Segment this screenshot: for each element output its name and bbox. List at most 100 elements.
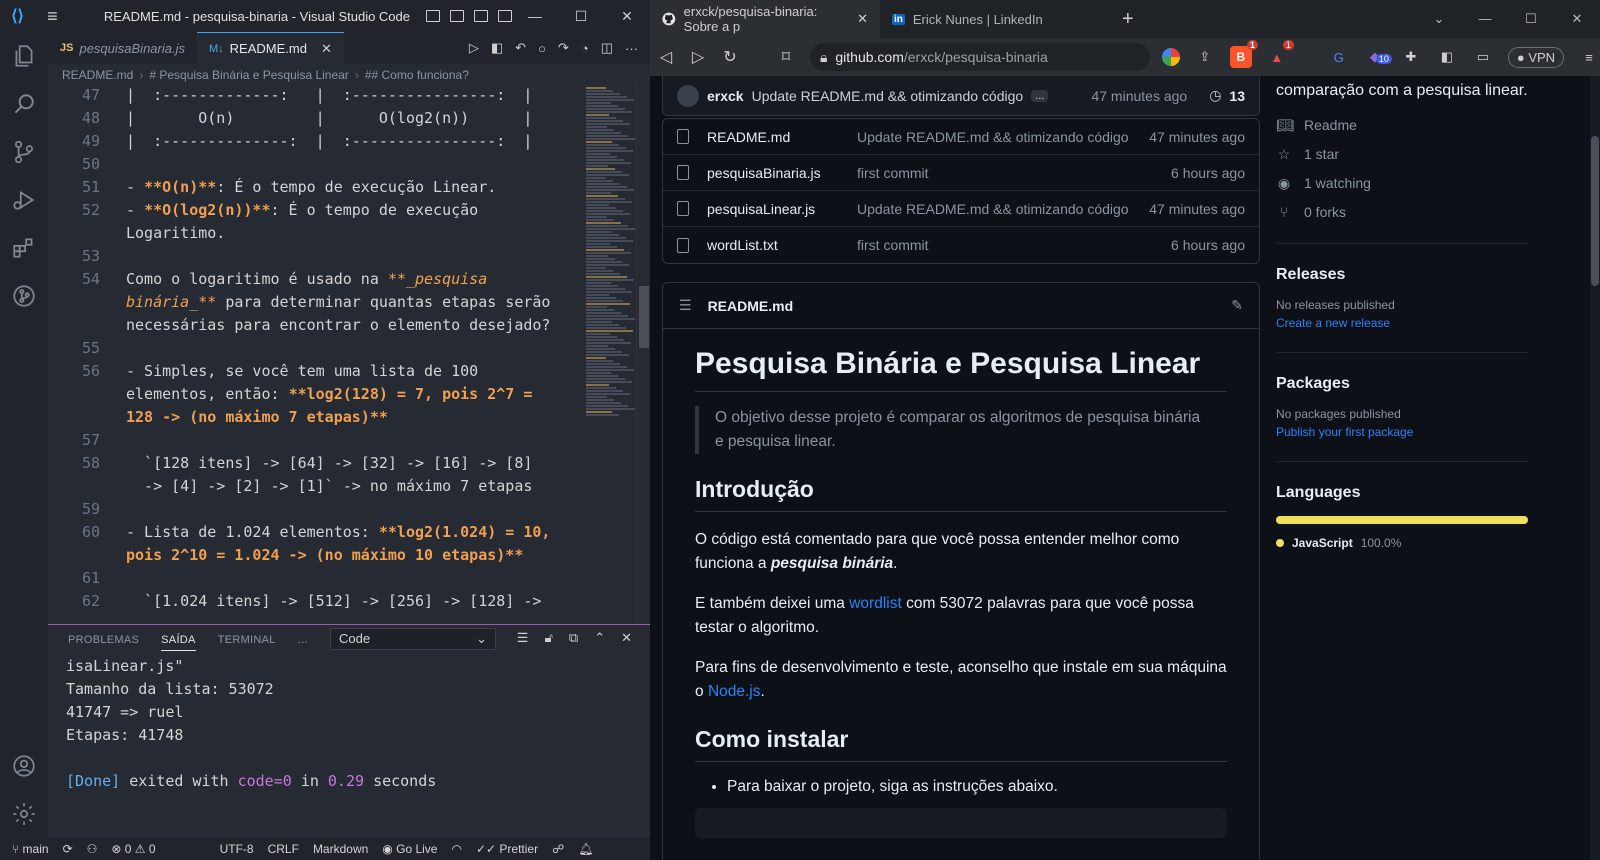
more-actions-icon[interactable]: ···: [625, 41, 638, 56]
nodejs-link[interactable]: Node.js: [708, 683, 761, 700]
filter-lines-icon[interactable]: ☰: [517, 630, 529, 646]
tab-terminal[interactable]: TERMINAL: [218, 634, 276, 646]
file-name[interactable]: pesquisaLinear.js: [707, 201, 857, 217]
stars-link[interactable]: ☆ 1 star: [1276, 145, 1528, 163]
reload-icon[interactable]: ↻: [714, 47, 746, 67]
readme-link[interactable]: 📖︎ Readme: [1276, 116, 1528, 134]
file-name[interactable]: README.md: [707, 129, 857, 145]
file-commit-message[interactable]: first commit: [857, 165, 1171, 181]
tab-search-icon[interactable]: ⌄: [1416, 11, 1462, 27]
go-back-icon[interactable]: ↶: [515, 40, 526, 56]
close-tab-icon[interactable]: ✕: [857, 11, 868, 27]
tab-pesquisabinaria-js[interactable]: JS pesquisaBinaria.js: [48, 32, 197, 64]
minimap[interactable]: [586, 86, 636, 446]
file-commit-message[interactable]: Update README.md && otimizando código: [857, 129, 1149, 145]
file-row[interactable]: README.md Update README.md && otimizando …: [663, 119, 1259, 155]
scrollbar-thumb[interactable]: [639, 286, 649, 348]
run-debug-icon[interactable]: [0, 176, 48, 224]
file-name[interactable]: pesquisaBinaria.js: [707, 165, 857, 181]
source-control-icon[interactable]: [0, 128, 48, 176]
commit-author[interactable]: erxck: [707, 88, 744, 104]
tab-problems[interactable]: PROBLEMAS: [68, 634, 139, 646]
close-panel-icon[interactable]: ✕: [621, 630, 632, 646]
lock-icon[interactable]: 🔓︎: [544, 630, 552, 646]
vpn-button[interactable]: ● VPN: [1507, 46, 1565, 68]
file-commit-message[interactable]: first commit: [857, 237, 1171, 253]
scrollbar-thumb[interactable]: [1591, 136, 1599, 286]
history-icon[interactable]: ◷: [1209, 87, 1221, 104]
file-row[interactable]: pesquisaBinaria.js first commit 6 hours ag…: [663, 155, 1259, 191]
close-tab-icon[interactable]: ✕: [321, 41, 332, 57]
encoding-status[interactable]: UTF-8: [220, 842, 254, 856]
open-preview-icon[interactable]: ◧: [491, 40, 503, 56]
translate-icon[interactable]: G: [1328, 46, 1350, 68]
circle-icon[interactable]: ○: [538, 41, 546, 56]
minimize-icon[interactable]: —: [1462, 11, 1508, 27]
minimize-icon[interactable]: —: [512, 8, 558, 25]
file-row[interactable]: pesquisaLinear.js Update README.md && oti…: [663, 191, 1259, 227]
avatar[interactable]: [677, 84, 699, 107]
back-icon[interactable]: ◁: [650, 47, 682, 67]
feedback-icon[interactable]: ☍: [552, 842, 564, 856]
customize-layout-icon[interactable]: [498, 10, 512, 22]
commit-count[interactable]: 13: [1229, 88, 1245, 104]
browser-menu-icon[interactable]: ≡: [1578, 46, 1600, 68]
search-icon[interactable]: [0, 80, 48, 128]
menu-icon[interactable]: ≡: [35, 6, 70, 27]
file-row[interactable]: wordList.txt first commit 6 hours ago: [663, 227, 1259, 263]
browser-tab-linkedin[interactable]: in Erick Nunes | LinkedIn: [880, 0, 1110, 38]
new-tab-button[interactable]: +: [1122, 8, 1134, 31]
live-share-icon[interactable]: ⚇: [87, 842, 98, 856]
panel-more-icon[interactable]: ...: [298, 634, 308, 646]
releases-heading[interactable]: Releases: [1276, 266, 1528, 284]
list-icon[interactable]: ☰: [679, 297, 692, 314]
eol-status[interactable]: CRLF: [268, 842, 299, 856]
maximize-icon[interactable]: ☐: [558, 8, 604, 25]
explorer-icon[interactable]: [0, 32, 48, 80]
notifications-icon[interactable]: 🔔︎: [578, 842, 593, 856]
branch-status[interactable]: ⑂ main: [12, 842, 49, 856]
file-name[interactable]: wordList.txt: [707, 237, 857, 253]
maximize-panel-icon[interactable]: ⌃: [594, 630, 605, 646]
page-scrollbar[interactable]: [1590, 76, 1600, 860]
forks-link[interactable]: ⑂ 0 forks: [1276, 203, 1528, 221]
code-editor[interactable]: 47 | :-------------: | :----------------:…: [48, 86, 638, 624]
extension-purple-icon[interactable]: ◆ 10: [1364, 46, 1392, 68]
toggle-panel-icon[interactable]: [450, 10, 464, 22]
create-release-link[interactable]: Create a new release: [1276, 316, 1528, 330]
problems-status[interactable]: ⊗ 0 ⚠ 0: [111, 842, 155, 856]
commit-message[interactable]: Update README.md && otimizando código: [752, 88, 1024, 104]
output-channel-select[interactable]: Code ⌄: [330, 628, 496, 650]
brave-shields-icon[interactable]: B1: [1229, 40, 1258, 68]
bookmark-icon[interactable]: ⌑: [770, 47, 802, 67]
prettier-status[interactable]: ✓✓ Prettier: [476, 842, 538, 856]
file-commit-message[interactable]: Update README.md && otimizando código: [857, 201, 1149, 217]
share-icon[interactable]: ⇪: [1194, 46, 1216, 68]
edit-pencil-icon[interactable]: ✎: [1231, 297, 1243, 314]
sync-icon[interactable]: ⟳: [63, 842, 73, 856]
packages-heading[interactable]: Packages: [1276, 375, 1528, 393]
clear-output-icon[interactable]: ⧉: [569, 630, 578, 646]
sidebar-icon[interactable]: ◧: [1436, 46, 1458, 68]
breadcrumb-h1[interactable]: # Pesquisa Binária e Pesquisa Linear: [149, 68, 348, 82]
readme-filename[interactable]: README.md: [708, 298, 794, 314]
extensions-icon[interactable]: [0, 224, 48, 272]
maximize-icon[interactable]: ☐: [1508, 11, 1554, 27]
breadcrumb-h2[interactable]: ## Como funciona?: [365, 68, 469, 82]
language-item[interactable]: JavaScript 100.0%: [1276, 536, 1528, 550]
extensions-icon[interactable]: ✚: [1400, 46, 1422, 68]
go-live-button[interactable]: ◉ Go Live: [382, 842, 437, 856]
browser-tab-github[interactable]: erxck/pesquisa-binaria: Sobre a p ✕: [650, 0, 880, 38]
commit-time[interactable]: 47 minutes ago: [1091, 88, 1187, 104]
go-forward-icon[interactable]: ↷: [558, 40, 569, 56]
close-window-icon[interactable]: ✕: [1554, 11, 1600, 27]
publish-package-link[interactable]: Publish your first package: [1276, 425, 1528, 439]
breadcrumb-file[interactable]: README.md: [62, 68, 133, 82]
watchers-link[interactable]: ◉ 1 watching: [1276, 174, 1528, 192]
output-log[interactable]: isaLinear.js" Tamanho da lista: 53072 41…: [66, 657, 636, 837]
timeline-icon[interactable]: ◔: [581, 41, 589, 56]
expand-commit-button[interactable]: ...: [1031, 89, 1049, 102]
git-graph-icon[interactable]: [0, 272, 48, 320]
settings-gear-icon[interactable]: [0, 790, 48, 838]
editor-scrollbar[interactable]: [636, 86, 650, 624]
